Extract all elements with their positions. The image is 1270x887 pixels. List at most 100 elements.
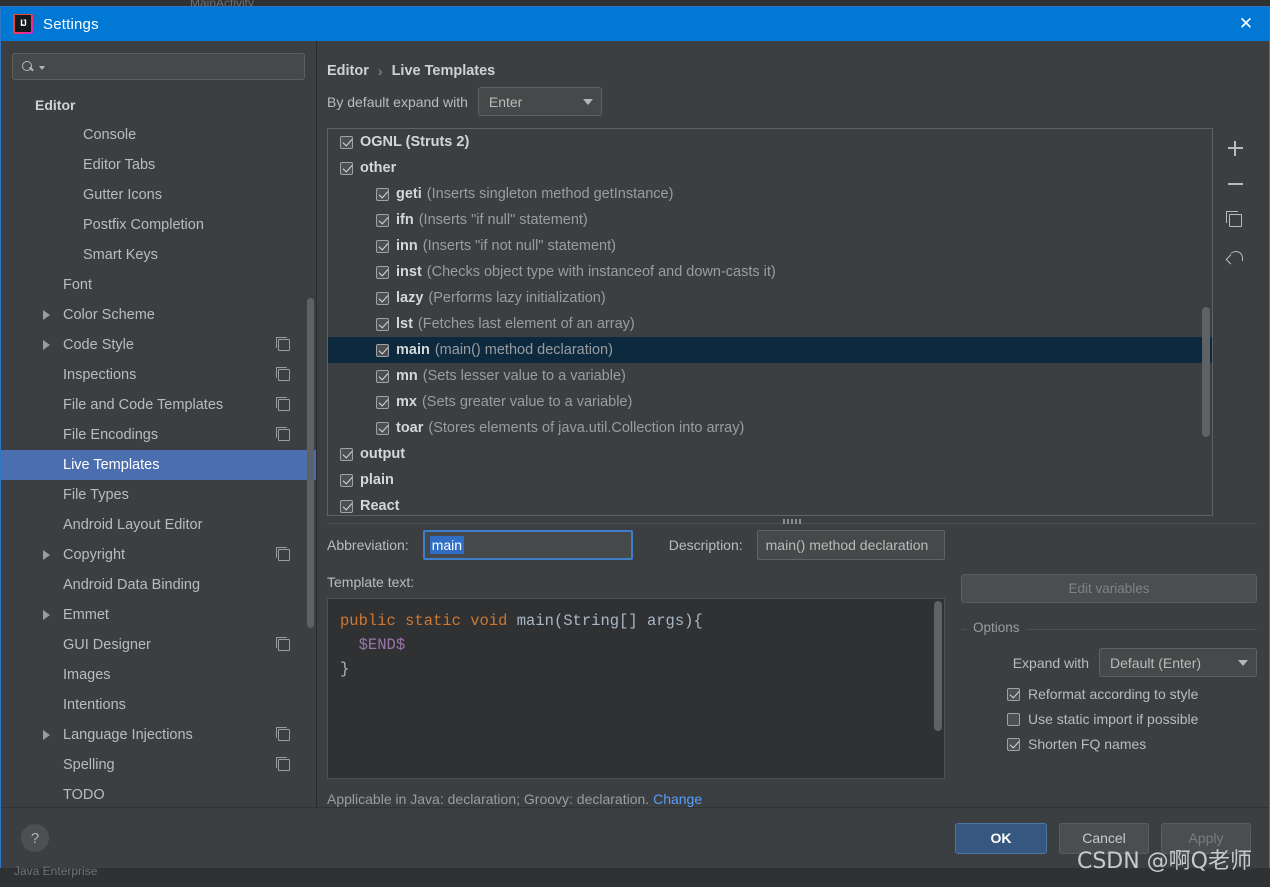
copy-icon[interactable] — [278, 729, 290, 741]
template-row[interactable]: lazy(Performs lazy initialization) — [328, 285, 1212, 311]
sidebar-item-editor[interactable]: Editor — [1, 90, 316, 120]
template-checkbox[interactable] — [340, 474, 353, 487]
sidebar-item-code-style[interactable]: Code Style — [1, 330, 316, 360]
copy-icon[interactable] — [278, 429, 290, 441]
sidebar-item-spelling[interactable]: Spelling — [1, 750, 316, 780]
copy-icon[interactable] — [278, 369, 290, 381]
template-checkbox[interactable] — [376, 318, 389, 331]
cancel-button[interactable]: Cancel — [1059, 823, 1149, 854]
sidebar-item-editor-tabs[interactable]: Editor Tabs — [1, 150, 316, 180]
templates-scrollbar[interactable] — [1202, 307, 1210, 437]
code-scrollbar[interactable] — [934, 601, 942, 731]
template-checkbox[interactable] — [376, 214, 389, 227]
checkbox[interactable] — [1007, 713, 1020, 726]
template-row[interactable]: mn(Sets lesser value to a variable) — [328, 363, 1212, 389]
sidebar-item-language-injections[interactable]: Language Injections — [1, 720, 316, 750]
template-row[interactable]: toar(Stores elements of java.util.Collec… — [328, 415, 1212, 441]
edit-variables-button[interactable]: Edit variables — [961, 574, 1257, 603]
remove-template-button[interactable] — [1222, 172, 1248, 196]
template-row[interactable]: geti(Inserts singleton method getInstanc… — [328, 181, 1212, 207]
checkbox[interactable] — [1007, 738, 1020, 751]
sidebar-item-inspections[interactable]: Inspections — [1, 360, 316, 390]
sidebar-item-intentions[interactable]: Intentions — [1, 690, 316, 720]
sidebar-item-label: Console — [83, 127, 136, 143]
template-row[interactable]: inn(Inserts "if not null" statement) — [328, 233, 1212, 259]
sidebar-item-gutter-icons[interactable]: Gutter Icons — [1, 180, 316, 210]
checkbox[interactable] — [1007, 688, 1020, 701]
template-checkbox[interactable] — [340, 448, 353, 461]
sidebar-item-android-data-binding[interactable]: Android Data Binding — [1, 570, 316, 600]
panel-splitter[interactable] — [327, 516, 1257, 530]
template-checkbox[interactable] — [376, 370, 389, 383]
template-checkbox[interactable] — [340, 162, 353, 175]
sidebar-item-copyright[interactable]: Copyright — [1, 540, 316, 570]
sidebar-item-postfix-completion[interactable]: Postfix Completion — [1, 210, 316, 240]
template-checkbox[interactable] — [376, 344, 389, 357]
change-context-link[interactable]: Change — [653, 791, 702, 807]
apply-button[interactable]: Apply — [1161, 823, 1251, 854]
help-button[interactable]: ? — [21, 824, 49, 852]
chevron-right-icon[interactable] — [43, 340, 50, 350]
option-checkbox-row[interactable]: Shorten FQ names — [961, 736, 1257, 752]
copy-icon[interactable] — [278, 339, 290, 351]
template-row[interactable]: ifn(Inserts "if null" statement) — [328, 207, 1212, 233]
sidebar-item-console[interactable]: Console — [1, 120, 316, 150]
ok-button[interactable]: OK — [955, 823, 1047, 854]
chevron-right-icon[interactable] — [43, 730, 50, 740]
template-checkbox[interactable] — [376, 292, 389, 305]
template-row[interactable]: OGNL (Struts 2) — [328, 129, 1212, 155]
template-row[interactable]: plain — [328, 467, 1212, 493]
template-checkbox[interactable] — [376, 188, 389, 201]
copy-icon[interactable] — [278, 399, 290, 411]
sidebar-item-images[interactable]: Images — [1, 660, 316, 690]
abbreviation-input[interactable]: main — [423, 530, 633, 560]
sidebar-item-label: Postfix Completion — [83, 217, 204, 233]
template-checkbox[interactable] — [376, 240, 389, 253]
copy-icon[interactable] — [278, 549, 290, 561]
restore-defaults-button[interactable] — [1222, 244, 1248, 268]
template-row[interactable]: other — [328, 155, 1212, 181]
template-checkbox[interactable] — [376, 266, 389, 279]
template-text-editor[interactable]: public static void main(String[] args){ … — [327, 598, 945, 779]
chevron-right-icon[interactable] — [43, 550, 50, 560]
copy-icon[interactable] — [278, 639, 290, 651]
templates-list[interactable]: OGNL (Struts 2)othergeti(Inserts singlet… — [327, 128, 1213, 516]
search-box[interactable] — [12, 53, 305, 80]
sidebar-item-emmet[interactable]: Emmet — [1, 600, 316, 630]
copy-icon[interactable] — [278, 759, 290, 771]
sidebar-item-live-templates[interactable]: Live Templates — [1, 450, 316, 480]
sidebar-item-todo[interactable]: TODO — [1, 780, 316, 807]
template-row[interactable]: inst(Checks object type with instanceof … — [328, 259, 1212, 285]
settings-tree[interactable]: Editor Console Editor TabsGutter Icons Post… — [1, 88, 316, 807]
template-row[interactable]: lst(Fetches last element of an array) — [328, 311, 1212, 337]
template-row[interactable]: React — [328, 493, 1212, 516]
search-input[interactable] — [45, 59, 298, 74]
chevron-right-icon[interactable] — [43, 610, 50, 620]
expand-with-select[interactable]: Default (Enter) — [1099, 648, 1257, 677]
sidebar-scrollbar[interactable] — [307, 298, 314, 628]
template-checkbox[interactable] — [340, 500, 353, 513]
close-icon[interactable]: ✕ — [1223, 7, 1269, 41]
option-checkbox-row[interactable]: Use static import if possible — [961, 711, 1257, 727]
template-checkbox[interactable] — [340, 136, 353, 149]
sidebar-item-android-layout-editor[interactable]: Android Layout Editor — [1, 510, 316, 540]
sidebar-item-gui-designer[interactable]: GUI Designer — [1, 630, 316, 660]
duplicate-template-button[interactable] — [1222, 208, 1248, 232]
template-row[interactable]: main(main() method declaration) — [328, 337, 1212, 363]
template-row[interactable]: mx(Sets greater value to a variable) — [328, 389, 1212, 415]
breadcrumb-parent[interactable]: Editor — [327, 63, 369, 79]
sidebar-item-font[interactable]: Font — [1, 270, 316, 300]
default-expand-select[interactable]: Enter — [478, 87, 602, 116]
add-template-button[interactable] — [1222, 136, 1248, 160]
sidebar-item-smart-keys[interactable]: Smart Keys — [1, 240, 316, 270]
sidebar-item-color-scheme[interactable]: Color Scheme — [1, 300, 316, 330]
description-input[interactable]: main() method declaration — [757, 530, 945, 560]
sidebar-item-file-types[interactable]: File Types — [1, 480, 316, 510]
template-row[interactable]: output — [328, 441, 1212, 467]
template-checkbox[interactable] — [376, 422, 389, 435]
option-checkbox-row[interactable]: Reformat according to style — [961, 686, 1257, 702]
chevron-right-icon[interactable] — [43, 310, 50, 320]
sidebar-item-file-and-code-templates[interactable]: File and Code Templates — [1, 390, 316, 420]
sidebar-item-file-encodings[interactable]: File Encodings — [1, 420, 316, 450]
template-checkbox[interactable] — [376, 396, 389, 409]
